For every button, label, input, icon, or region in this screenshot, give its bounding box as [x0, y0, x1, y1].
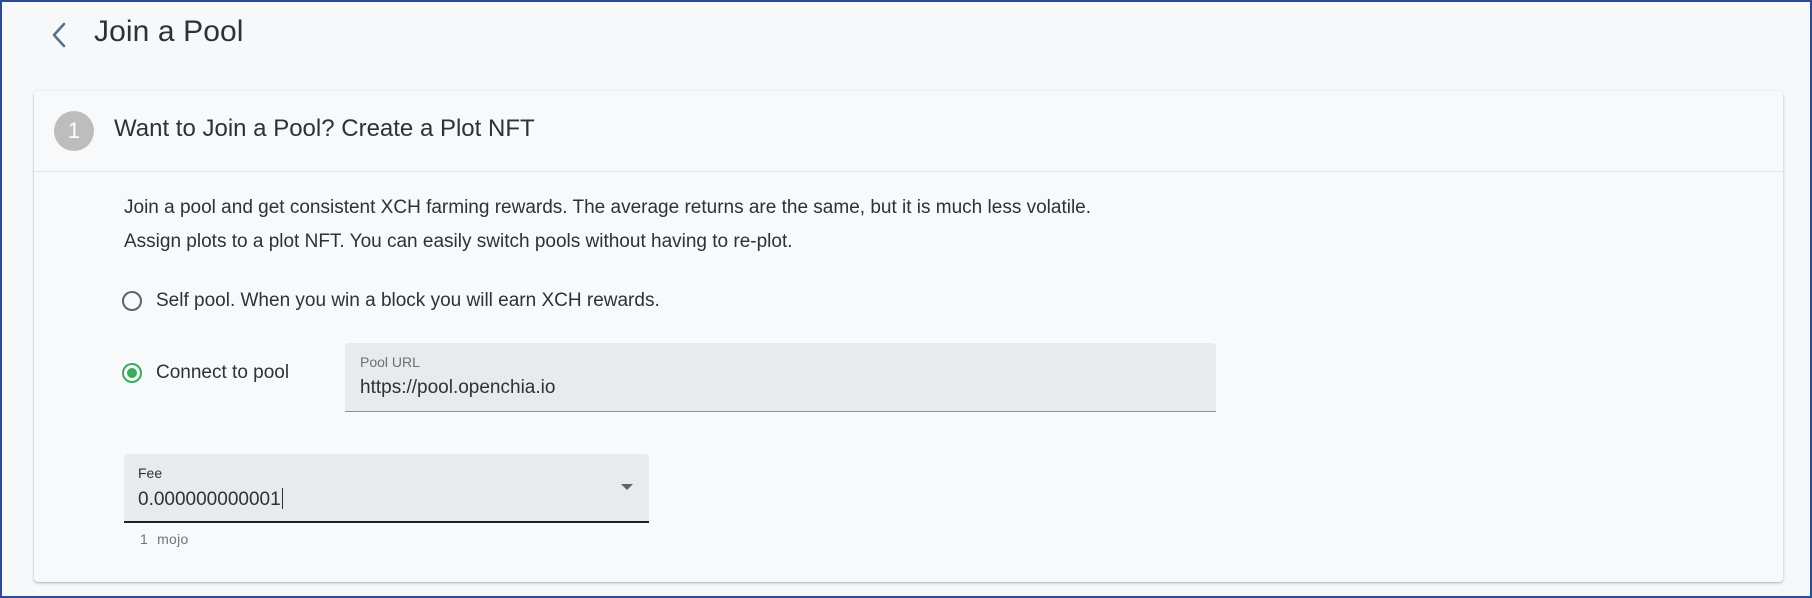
chevron-left-icon	[52, 22, 66, 48]
fee-helper-unit: mojo	[157, 531, 189, 547]
fee-input-wrap[interactable]: 0.000000000001	[138, 488, 283, 511]
pool-url-input[interactable]: https://pool.openchia.io	[360, 377, 555, 399]
pool-url-label: Pool URL	[360, 354, 420, 370]
page-header: Join a Pool	[2, 2, 1810, 70]
step-badge: 1	[54, 111, 94, 151]
fee-helper-text: 1 mojo	[140, 531, 189, 547]
fee-input[interactable]: 0.000000000001	[138, 489, 281, 510]
fee-field[interactable]: Fee 0.000000000001	[124, 454, 649, 523]
description-line-1: Join a pool and get consistent XCH farmi…	[124, 197, 1092, 218]
radio-self-pool-label: Self pool. When you win a block you will…	[156, 290, 660, 311]
back-button[interactable]	[42, 16, 76, 54]
join-pool-card: 1 Want to Join a Pool? Create a Plot NFT…	[34, 91, 1783, 582]
page-title: Join a Pool	[94, 15, 244, 48]
dropdown-arrow-icon[interactable]	[621, 484, 633, 490]
card-header: 1 Want to Join a Pool? Create a Plot NFT	[34, 91, 1783, 172]
fee-label: Fee	[138, 465, 163, 481]
radio-self-pool[interactable]: Self pool. When you win a block you will…	[122, 290, 660, 312]
radio-unchecked-icon[interactable]	[122, 291, 142, 311]
text-cursor	[281, 488, 283, 509]
radio-checked-icon[interactable]	[122, 363, 142, 383]
description-line-2: Assign plots to a plot NFT. You can easi…	[124, 231, 793, 252]
pool-url-field[interactable]: Pool URL https://pool.openchia.io	[345, 343, 1216, 412]
radio-connect-to-pool-label: Connect to pool	[156, 362, 290, 383]
card-title: Want to Join a Pool? Create a Plot NFT	[114, 115, 535, 142]
radio-connect-to-pool[interactable]: Connect to pool	[122, 362, 289, 384]
fee-helper-amount: 1	[140, 531, 149, 547]
